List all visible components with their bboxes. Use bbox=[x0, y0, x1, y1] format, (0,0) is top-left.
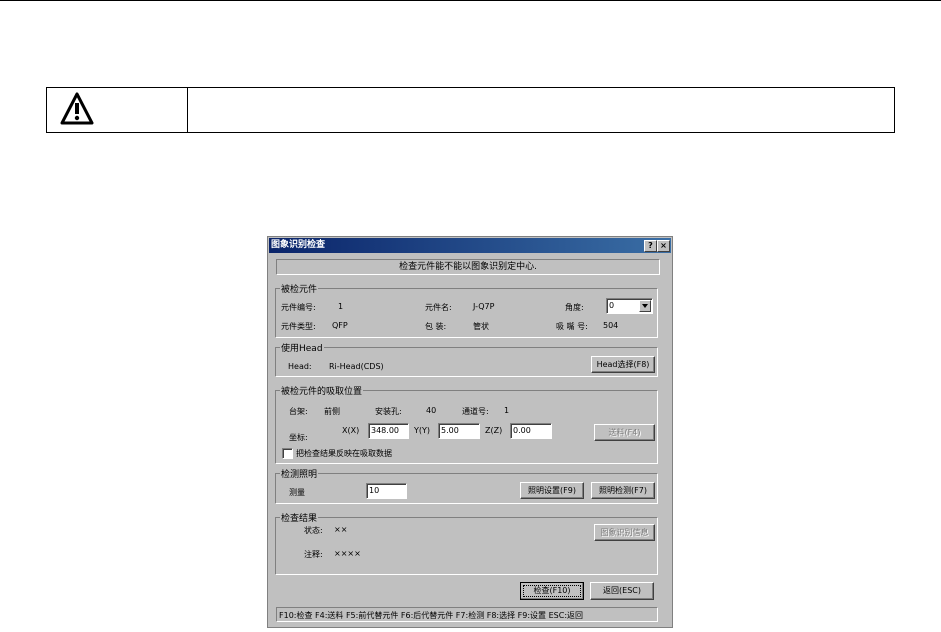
note-value: ×××× bbox=[334, 549, 361, 558]
component-number-value: 1 bbox=[338, 302, 344, 311]
lighting-detect-button[interactable]: 照明检测(F7) bbox=[591, 482, 655, 499]
reflect-checkbox[interactable] bbox=[282, 448, 293, 459]
y-coordinate-input[interactable]: 5.00 bbox=[438, 423, 480, 439]
rack-label: 台架: bbox=[289, 407, 308, 416]
hole-value: 40 bbox=[426, 406, 437, 415]
measure-label: 测量 bbox=[289, 488, 305, 497]
component-type-label: 元件类型: bbox=[281, 322, 316, 331]
package-value: 管状 bbox=[473, 322, 489, 331]
component-type-value: QFP bbox=[332, 321, 348, 330]
nozzle-label: 吸 嘴 号: bbox=[556, 322, 588, 331]
reflect-checkbox-label[interactable]: 把检查结果反映在吸取数据 bbox=[296, 448, 392, 459]
coordinate-label: 坐标: bbox=[289, 433, 308, 442]
head-value: Ri-Head(CDS) bbox=[329, 362, 384, 371]
page-top-rule bbox=[0, 0, 941, 1]
head-label: Head: bbox=[288, 362, 312, 371]
status-bar: F10:检查 F4:送料 F5:前代替元件 F6:后代替元件 F7:检测 F8:… bbox=[276, 607, 658, 622]
status-label: 状态: bbox=[304, 526, 323, 535]
note-label: 注释: bbox=[304, 550, 323, 559]
x-coordinate-input[interactable]: 348.00 bbox=[368, 423, 409, 439]
head-group: 使用Head Head: Ri-Head(CDS) Head选择(F8) bbox=[275, 341, 658, 377]
channel-value: 1 bbox=[504, 406, 510, 415]
head-group-title: 使用Head bbox=[280, 341, 324, 354]
check-button[interactable]: 检查(F10) bbox=[520, 582, 584, 600]
z-coordinate-input[interactable]: 0.00 bbox=[510, 423, 552, 439]
component-group: 被检元件 元件编号: 1 元件名: J-Q7P 角度: 0 元件类型: QFP … bbox=[275, 282, 658, 338]
package-label: 包 装: bbox=[425, 322, 447, 331]
head-select-button[interactable]: Head选择(F8) bbox=[591, 356, 655, 373]
angle-label: 角度: bbox=[565, 303, 584, 312]
result-group: 检查结果 状态: ×× 注释: ×××× 图象识别信息 bbox=[275, 511, 658, 575]
channel-label: 通道号: bbox=[462, 407, 489, 416]
x-label: X(X) bbox=[342, 426, 360, 435]
lighting-group: 检测照明 测量 10 照明设置(F9) 照明检测(F7) bbox=[275, 467, 658, 504]
z-label: Z(Z) bbox=[485, 426, 503, 435]
lighting-group-title: 检测照明 bbox=[280, 467, 319, 480]
dialog-title: 图象识别检查 bbox=[271, 240, 326, 250]
nozzle-value: 504 bbox=[603, 321, 619, 330]
help-button[interactable]: ? bbox=[644, 240, 657, 252]
measure-input[interactable]: 10 bbox=[366, 483, 407, 499]
warning-table bbox=[46, 87, 895, 133]
angle-select-value: 0 bbox=[609, 301, 615, 310]
image-recognition-check-dialog: 图象识别检查 ? × 检查元件能不能以图象识别定中心. 被检元件 元件编号: 1… bbox=[267, 236, 673, 628]
feed-button[interactable]: 送料(F4) bbox=[594, 424, 655, 441]
y-label: Y(Y) bbox=[414, 426, 431, 435]
angle-select[interactable]: 0 bbox=[606, 298, 653, 314]
recognition-info-button[interactable]: 图象识别信息 bbox=[594, 524, 655, 541]
dialog-titlebar: 图象识别检查 ? × bbox=[269, 238, 671, 253]
warning-triangle-icon bbox=[60, 92, 94, 125]
back-button[interactable]: 返回(ESC) bbox=[590, 582, 654, 600]
component-name-value: J-Q7P bbox=[473, 302, 495, 311]
message-bar: 检查元件能不能以图象识别定中心. bbox=[276, 259, 660, 275]
result-group-title: 检查结果 bbox=[280, 511, 319, 524]
pickup-group-title: 被检元件的吸取位置 bbox=[280, 384, 364, 397]
warning-icon-cell bbox=[47, 88, 188, 132]
component-group-title: 被检元件 bbox=[280, 282, 319, 295]
component-number-label: 元件编号: bbox=[281, 303, 316, 312]
status-value: ×× bbox=[334, 525, 348, 534]
lighting-setup-button[interactable]: 照明设置(F9) bbox=[520, 482, 584, 499]
component-name-label: 元件名: bbox=[425, 303, 452, 312]
pickup-position-group: 被检元件的吸取位置 台架: 前侧 安装孔: 40 通道号: 1 坐标: X(X)… bbox=[275, 384, 658, 464]
hole-label: 安装孔: bbox=[375, 407, 402, 416]
chevron-down-icon[interactable] bbox=[639, 300, 651, 312]
close-button[interactable]: × bbox=[657, 240, 670, 252]
rack-value: 前侧 bbox=[324, 407, 340, 416]
